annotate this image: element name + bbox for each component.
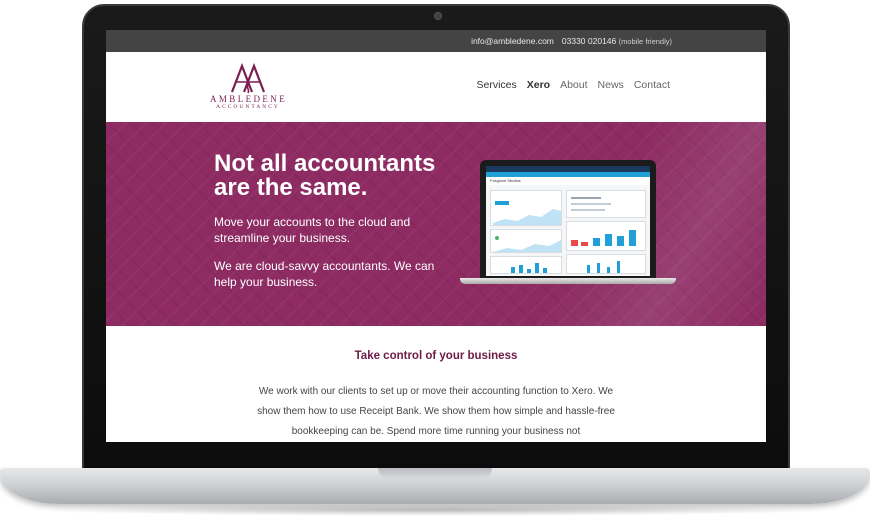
contact-phone-number: 03330 020146 <box>561 36 617 46</box>
logo-subtitle: ACCOUNTANCY <box>216 104 280 110</box>
nav-contact[interactable]: Contact <box>634 79 670 91</box>
site-logo[interactable]: AMBLEDENE ACCOUNTANCY <box>210 62 286 111</box>
browser-viewport: info@ambledene.com 03330 020146 (mobile … <box>106 30 766 442</box>
contact-email-link[interactable]: info@ambledene.com <box>471 36 554 46</box>
dashboard-panel-bills <box>566 254 646 274</box>
dashboard-title: Foxglove Studios <box>486 177 650 185</box>
intro-heading: Take control of your business <box>354 350 518 362</box>
hero-heading: Not all accountants are the same. <box>214 152 474 200</box>
hero-paragraph-1: Move your accounts to the cloud and stre… <box>214 215 411 245</box>
site-header: AMBLEDENE ACCOUNTANCY Services Xero Abou… <box>106 52 766 122</box>
hero-paragraph-2: We are cloud-savvy accountants. We can h… <box>214 259 435 289</box>
contact-phone[interactable]: 03330 020146 (mobile friendly) <box>562 36 672 46</box>
laptop-shadow <box>40 504 830 516</box>
dashboard-panel-bank <box>490 190 562 226</box>
hero-banner: Not all accountants are the same. Move y… <box>106 122 766 326</box>
dashboard-panel-account <box>490 229 562 253</box>
dashboard-panel-invoices <box>566 190 646 218</box>
dashboard-panel-expenses <box>490 256 562 274</box>
camera-icon <box>434 12 442 20</box>
intro-section: Take control of your business We work wi… <box>106 326 766 442</box>
hero-heading-line2: are the same. <box>214 174 368 201</box>
dashboard-panel-cashflow <box>566 221 646 251</box>
nav-xero[interactable]: Xero <box>527 79 550 91</box>
contact-bar: info@ambledene.com 03330 020146 (mobile … <box>106 30 766 52</box>
hero-heading-line1: Not all accountants <box>214 150 436 177</box>
logo-name: AMBLEDENE <box>210 94 288 104</box>
laptop-illustration-base <box>460 278 676 284</box>
nav-about[interactable]: About <box>560 79 587 91</box>
nav-services[interactable]: Services <box>476 79 516 91</box>
laptop-opening-notch <box>378 468 492 478</box>
main-nav: Services Xero About News Contact <box>476 79 670 91</box>
contact-phone-note: (mobile friendly) <box>618 37 672 46</box>
xero-dashboard-illustration: Foxglove Studios <box>486 166 650 276</box>
logo-monogram-icon <box>210 62 286 94</box>
intro-paragraph: We work with our clients to set up or mo… <box>257 386 615 437</box>
laptop-frame: info@ambledene.com 03330 020146 (mobile … <box>0 0 870 520</box>
nav-news[interactable]: News <box>598 79 624 91</box>
laptop-illustration: Foxglove Studios <box>460 160 676 288</box>
